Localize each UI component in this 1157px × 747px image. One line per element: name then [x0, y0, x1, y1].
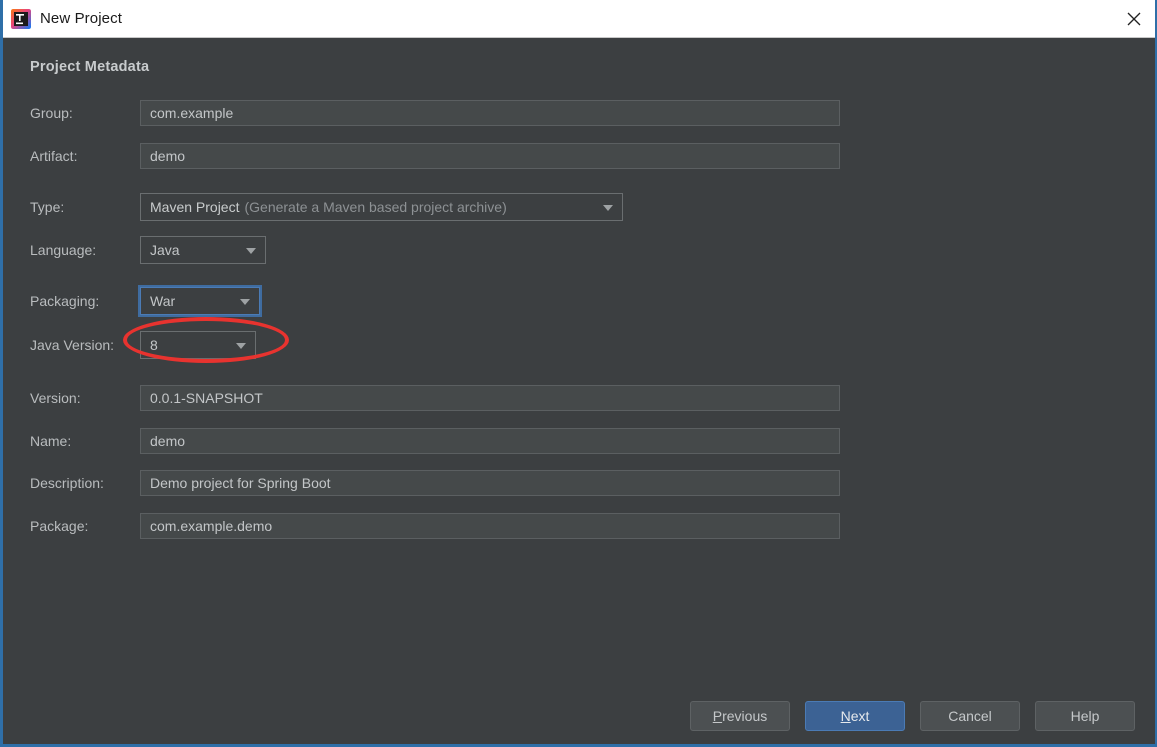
label-artifact: Artifact: — [30, 148, 140, 164]
field-row-package: Package: com.example.demo — [30, 513, 840, 539]
page-title: Project Metadata — [30, 59, 149, 75]
chevron-down-icon — [236, 343, 246, 349]
label-group: Group: — [30, 105, 140, 121]
next-button-mnemonic: N — [841, 708, 851, 724]
label-description: Description: — [30, 475, 140, 491]
help-button[interactable]: Help — [1035, 701, 1135, 731]
dialog-titlebar: New Project — [0, 0, 1157, 38]
language-value: Java — [150, 242, 180, 258]
field-row-language: Language: Java — [30, 237, 266, 263]
description-input[interactable]: Demo project for Spring Boot — [140, 470, 840, 496]
version-input[interactable]: 0.0.1-SNAPSHOT — [140, 385, 840, 411]
packaging-value: War — [150, 293, 175, 309]
next-button-label: ext — [851, 708, 870, 724]
chevron-down-icon — [603, 205, 613, 211]
dialog-button-bar: Previous Next Cancel Help — [3, 701, 1155, 733]
artifact-input[interactable]: demo — [140, 143, 840, 169]
label-java-version: Java Version: — [30, 337, 140, 353]
field-row-group: Group: com.example — [30, 100, 840, 126]
previous-button-label: revious — [722, 708, 767, 724]
field-row-description: Description: Demo project for Spring Boo… — [30, 470, 840, 496]
dialog-content: Project Metadata Group: com.example Arti… — [3, 38, 1155, 744]
packaging-combobox[interactable]: War — [140, 287, 260, 315]
field-row-name: Name: demo — [30, 428, 840, 454]
java-version-combobox[interactable]: 8 — [140, 331, 256, 359]
name-input[interactable]: demo — [140, 428, 840, 454]
field-row-version: Version: 0.0.1-SNAPSHOT — [30, 385, 840, 411]
intellij-idea-icon — [11, 9, 31, 29]
next-button[interactable]: Next — [805, 701, 905, 731]
chevron-down-icon — [240, 299, 250, 305]
field-row-type: Type: Maven Project (Generate a Maven ba… — [30, 194, 623, 220]
label-name: Name: — [30, 433, 140, 449]
dialog-title: New Project — [40, 10, 122, 27]
label-language: Language: — [30, 242, 140, 258]
type-value-primary: Maven Project — [150, 199, 239, 215]
package-input[interactable]: com.example.demo — [140, 513, 840, 539]
label-packaging: Packaging: — [30, 293, 140, 309]
field-row-java-version: Java Version: 8 — [30, 332, 256, 358]
label-package: Package: — [30, 518, 140, 534]
group-input[interactable]: com.example — [140, 100, 840, 126]
close-icon[interactable] — [1111, 0, 1157, 37]
type-combobox[interactable]: Maven Project (Generate a Maven based pr… — [140, 193, 623, 221]
new-project-dialog: New Project Project Metadata Group: com.… — [0, 0, 1157, 747]
cancel-button[interactable]: Cancel — [920, 701, 1020, 731]
field-row-artifact: Artifact: demo — [30, 143, 840, 169]
label-type: Type: — [30, 199, 140, 215]
previous-button[interactable]: Previous — [690, 701, 790, 731]
label-version: Version: — [30, 390, 140, 406]
chevron-down-icon — [246, 248, 256, 254]
language-combobox[interactable]: Java — [140, 236, 266, 264]
type-value-secondary: (Generate a Maven based project archive) — [244, 199, 506, 215]
java-version-value: 8 — [150, 337, 158, 353]
field-row-packaging: Packaging: War — [30, 288, 260, 314]
previous-button-mnemonic: P — [713, 708, 722, 724]
